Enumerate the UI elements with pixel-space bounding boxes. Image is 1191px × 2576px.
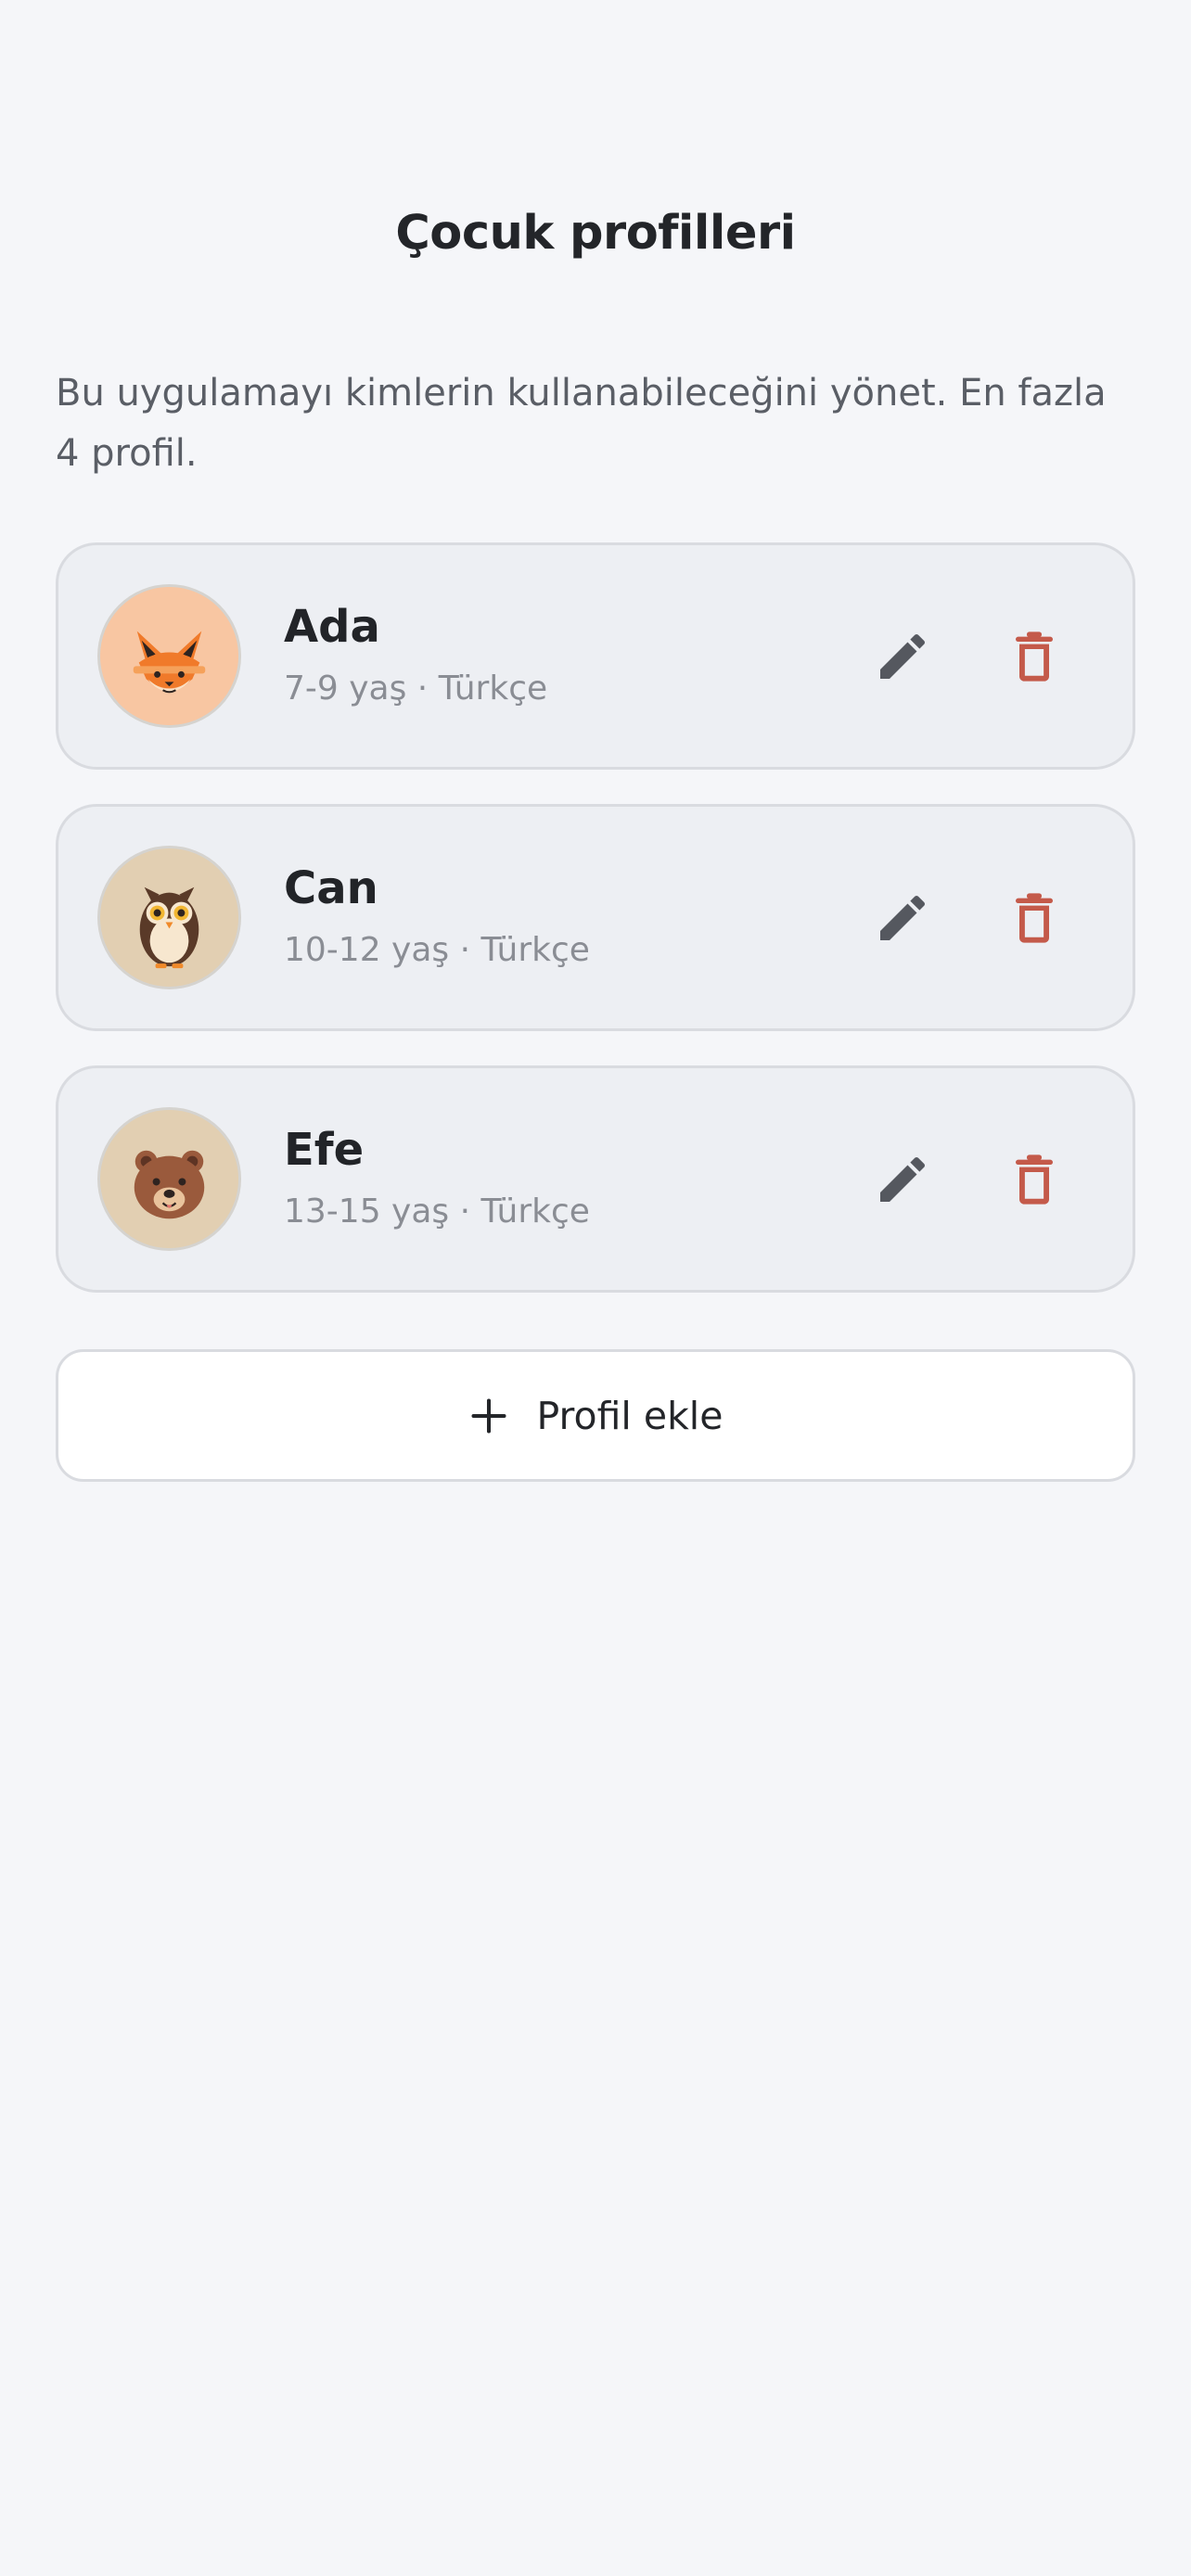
avatar — [97, 846, 241, 989]
profile-meta: 10-12 yaş · Türkçe — [284, 931, 590, 969]
profile-card-ada[interactable]: Ada 7-9 yaş · Türkçe — [56, 542, 1135, 770]
pencil-icon — [880, 895, 926, 940]
pencil-icon — [880, 633, 926, 679]
bear-icon — [100, 1110, 238, 1248]
edit-profile-button[interactable] — [858, 874, 947, 963]
profile-name: Can — [284, 862, 378, 914]
page-description: Bu uygulamayı kimlerin kullanabileceğini… — [56, 372, 1107, 475]
pencil-icon — [880, 1156, 926, 1202]
delete-profile-button[interactable] — [990, 874, 1079, 963]
owl-icon — [100, 848, 238, 987]
page-title: Çocuk profilleri — [395, 206, 796, 261]
avatar — [97, 584, 241, 728]
profile-card-can[interactable]: Can 10-12 yaş · Türkçe — [56, 804, 1135, 1031]
plus-icon — [471, 1397, 506, 1434]
delete-profile-button[interactable] — [990, 612, 1079, 701]
delete-profile-button[interactable] — [990, 1135, 1079, 1224]
profile-meta: 7-9 yaş · Türkçe — [284, 670, 548, 708]
profile-list: Ada 7-9 yaş · Türkçe Can 10-12 yaş · Tür… — [56, 542, 1135, 1327]
profile-name: Efe — [284, 1124, 365, 1176]
edit-profile-button[interactable] — [858, 612, 947, 701]
edit-profile-button[interactable] — [858, 1135, 947, 1224]
trash-icon — [1016, 1154, 1053, 1205]
profile-meta: 13-15 yaş · Türkçe — [284, 1192, 590, 1231]
add-profile-label: Profil ekle — [536, 1393, 724, 1438]
add-profile-button[interactable]: Profil ekle — [56, 1349, 1135, 1482]
avatar — [97, 1107, 241, 1251]
fox-icon — [100, 587, 238, 725]
profile-card-efe[interactable]: Efe 13-15 yaş · Türkçe — [56, 1065, 1135, 1293]
trash-icon — [1016, 893, 1053, 943]
profile-name: Ada — [284, 601, 380, 653]
trash-icon — [1016, 631, 1053, 682]
